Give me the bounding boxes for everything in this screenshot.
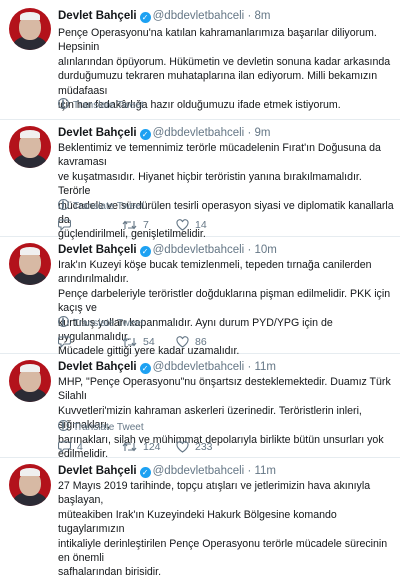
reply-button[interactable] [57,336,77,349]
verified-badge-icon: ✓ [139,467,151,478]
heart-icon [176,336,189,348]
retweet-icon [122,337,137,347]
tweet-text: MHP, "Pençe Operasyonu"nu önşartsız dest… [58,376,391,461]
tweet-time[interactable]: 10m [254,244,276,256]
author-name[interactable]: Devlet Bahçeli [58,465,137,477]
avatar[interactable] [9,8,51,50]
author-name[interactable]: Devlet Bahçeli [58,361,137,373]
globe-icon [58,420,69,431]
tweet[interactable]: Devlet Bahçeli ✓ @dbdevletbahceli · 11m MH… [0,354,400,461]
reply-icon [57,336,72,349]
tweet[interactable]: Devlet Bahçeli ✓ @dbdevletbahceli · 8m Pen… [0,0,400,120]
like-button[interactable]: 233 [176,441,213,453]
like-button[interactable]: 86 [176,336,207,348]
author-handle[interactable]: @dbdevletbahceli [153,244,245,256]
author-handle[interactable]: @dbdevletbahceli [153,361,245,373]
tweet-time[interactable]: 8m [254,10,270,22]
tweet[interactable]: Devlet Bahçeli ✓ @dbdevletbahceli · 9m Bek… [0,120,400,240]
globe-icon [58,316,69,327]
retweet-button[interactable]: 124 [122,441,161,453]
avatar[interactable] [9,360,51,402]
globe-icon [58,199,69,210]
like-button[interactable]: 14 [176,219,207,231]
author-handle[interactable]: @dbdevletbahceli [153,465,245,477]
verified-badge-icon: ✓ [139,246,151,257]
tweet-time[interactable]: 9m [254,127,270,139]
heart-icon [176,219,189,231]
tweet[interactable]: Devlet Bahçeli ✓ @dbdevletbahceli · 11m 27… [0,458,400,578]
reply-button[interactable] [57,219,77,232]
tweet[interactable]: Devlet Bahçeli ✓ @dbdevletbahceli · 10m Ir… [0,237,400,357]
retweet-button[interactable]: 7 [122,219,149,231]
verified-badge-icon: ✓ [139,129,151,140]
author-name[interactable]: Devlet Bahçeli [58,244,137,256]
translate-tweet-link[interactable]: Translate Tweet [58,199,144,212]
tweet-time[interactable]: 11m [254,361,276,373]
tweet-text: 27 Mayıs 2019 tarihinde, topçu atışları … [58,480,388,579]
tweet-text: Irak'ın Kuzeyi köşe bucak temizlenmeli, … [58,259,391,358]
retweet-icon [122,442,137,452]
reply-icon [57,441,72,454]
translate-tweet-link[interactable]: Translate Tweet [58,420,144,433]
avatar[interactable] [9,464,51,506]
tweet-time[interactable]: 11m [254,465,276,477]
reply-button[interactable]: 4 [57,441,83,454]
heart-icon [176,441,189,453]
retweet-button[interactable]: 54 [122,336,155,348]
retweet-icon [122,220,137,230]
avatar[interactable] [9,126,51,168]
author-name[interactable]: Devlet Bahçeli [58,127,137,139]
globe-icon [58,98,69,109]
author-handle[interactable]: @dbdevletbahceli [153,10,245,22]
verified-badge-icon: ✓ [139,363,151,374]
tweet-text: Beklentimiz ve temennimiz terörle mücade… [58,142,394,241]
author-handle[interactable]: @dbdevletbahceli [153,127,245,139]
translate-tweet-link[interactable]: Translate Tweet [58,316,144,329]
author-name[interactable]: Devlet Bahçeli [58,10,137,22]
reply-icon [57,219,72,232]
translate-tweet-link[interactable]: Translate Tweet [58,98,144,111]
verified-badge-icon: ✓ [139,12,151,23]
avatar[interactable] [9,243,51,285]
